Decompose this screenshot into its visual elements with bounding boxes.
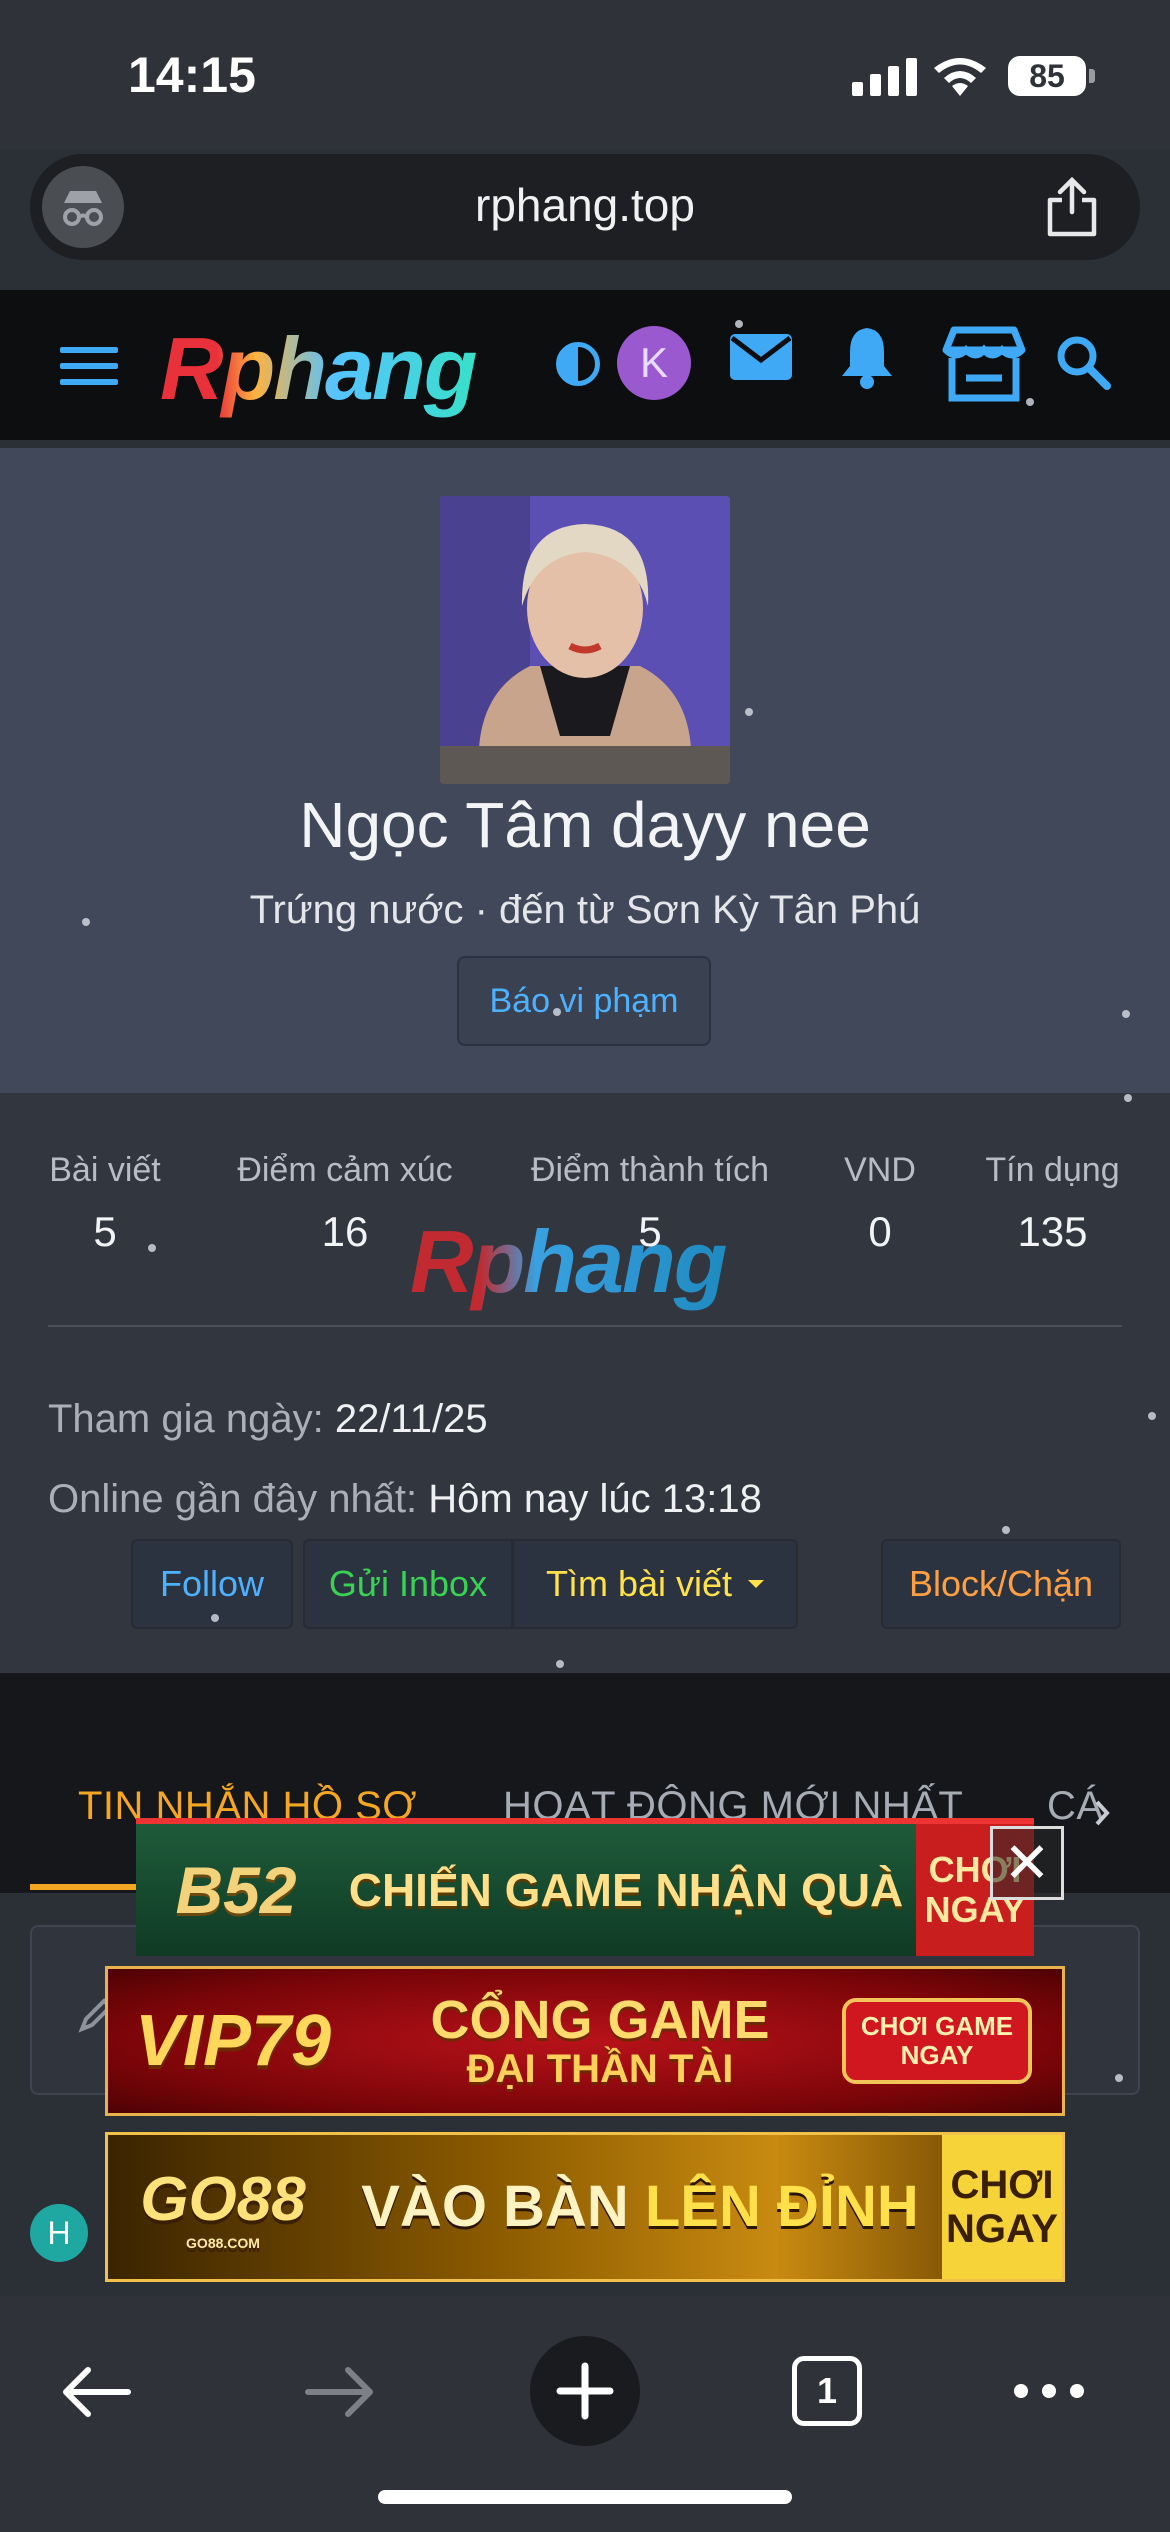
profile-subtitle: Trứng nước · đến từ Sơn Kỳ Tân Phú [249,888,921,932]
snow-dot [556,1660,564,1668]
ad-slogan-line: CỔNG GAME [430,1989,770,2050]
battery-icon: 85 [1008,56,1086,96]
cellular-signal-icon [852,58,917,96]
send-inbox-button[interactable]: Gửi Inbox [303,1539,513,1629]
stat-label: Tín dụng [985,1151,1120,1189]
user-avatar[interactable]: K [617,326,691,400]
wifi-icon [934,58,986,96]
feed-user-avatar[interactable]: H [30,2204,88,2262]
back-icon[interactable] [58,2362,134,2422]
ad-cta-line: NGAY [946,2207,1058,2251]
stat-reactions[interactable]: Điểm cảm xúc 16 [225,1151,465,1256]
plus-icon [556,2362,614,2420]
share-icon[interactable] [1044,176,1100,238]
snow-dot [1122,1010,1130,1018]
ad-banner-b52[interactable]: B52 CHIẾN GAME NHẬN QUÀ CHƠI NGAY [136,1818,1034,1956]
last-online-value: Hôm nay lúc 13:18 [428,1477,762,1521]
ad-slogan-part: LÊN ĐỈNH [644,2173,919,2239]
stat-label: Điểm thành tích [530,1151,770,1189]
more-options-icon[interactable] [1014,2384,1084,2398]
last-online-label: Online gần đây nhất: [48,1477,418,1521]
caret-down-icon [748,1580,765,1588]
report-button[interactable]: Báo vi phạm [457,956,711,1046]
stat-credit[interactable]: Tín dụng 135 [975,1151,1130,1256]
search-icon[interactable] [1055,334,1113,392]
snow-dot [1148,1412,1156,1420]
find-posts-label: Tìm bài viết [545,1563,733,1604]
ad-banner-vip79[interactable]: VIP79 CỔNG GAME ĐẠI THẦN TÀI CHƠI GAME N… [105,1966,1065,2116]
ad-cta-line: NGAY [900,2040,974,2070]
status-bar: 14:15 85 [0,0,1170,150]
mail-icon[interactable] [728,330,794,384]
ad-slogan: CHIẾN GAME NHẬN QUÀ [348,1863,904,1916]
joined-date: Tham gia ngày: 22/11/25 [48,1397,488,1442]
close-icon: ✕ [1003,1831,1051,1894]
ad-brand: VIP79 [134,2001,332,2081]
find-posts-dropdown[interactable]: Tìm bài viết [512,1539,798,1629]
profile-name: Ngọc Tâm dayy nee [299,789,871,861]
forward-icon[interactable] [302,2362,378,2422]
last-online: Online gần đây nhất: Hôm nay lúc 13:18 [48,1477,762,1522]
address-bar[interactable]: rphang.top [30,154,1140,260]
battery-tip [1089,69,1095,83]
stat-achievements[interactable]: Điểm thành tích 5 [520,1151,780,1256]
snow-dot [1115,2074,1123,2082]
stat-vnd[interactable]: VND 0 [830,1151,930,1256]
snow-dot [1002,1526,1010,1534]
site-logo[interactable]: Rphang [160,318,478,420]
stat-label: Điểm cảm xúc [237,1151,453,1189]
ad-slogan: VÀO BÀN LÊN ĐỈNH [338,2173,942,2239]
profile-stats: Rphang Bài viết 5 Điểm cảm xúc 16 Điểm t… [0,1093,1170,1673]
stat-label: Bài viết [49,1151,161,1189]
notification-bell-icon[interactable] [838,324,896,390]
snow-dot [745,708,753,716]
joined-label: Tham gia ngày: [48,1397,324,1441]
ad-slogan: CỔNG GAME ĐẠI THẦN TÀI [358,1989,842,2092]
ad-banner-go88[interactable]: GO88 GO88.COM VÀO BÀN LÊN ĐỈNH CHƠI NGAY [105,2132,1065,2282]
store-icon[interactable] [940,324,1028,404]
close-ad-button[interactable]: ✕ [990,1826,1064,1900]
snow-dot [553,1008,561,1016]
url-text[interactable]: rphang.top [30,178,1140,232]
snow-dot [1026,398,1034,406]
joined-value: 22/11/25 [334,1397,488,1441]
block-button[interactable]: Block/Chặn [881,1539,1121,1629]
ad-brand: B52 [175,1853,297,1927]
stat-label: VND [844,1151,916,1189]
ad-cta: CHƠI GAME NGAY [842,1998,1032,2084]
ad-brand: GO88 GO88.COM [108,2164,338,2251]
new-tab-button[interactable] [530,2336,640,2446]
ad-brand-name: GO88 [140,2164,306,2234]
stat-posts[interactable]: Bài viết 5 [40,1151,170,1256]
page: 14:15 85 rphang.top Rphang K Ngọc Tâm da… [0,0,1170,2532]
tab-switcher-button[interactable]: 1 [792,2356,862,2426]
site-header: Rphang K [0,290,1170,440]
ad-cta-line: CHƠI GAME [860,2011,1014,2042]
chevron-right-icon[interactable] [1093,1798,1113,1828]
snow-dot [82,918,90,926]
status-time: 14:15 [128,47,256,103]
stats-divider [48,1325,1122,1327]
ad-brand-domain: GO88.COM [186,2234,260,2251]
ad-slogan-line: ĐẠI THẦN TÀI [466,2047,734,2092]
ad-cta-line: CHƠI [950,2163,1054,2207]
stat-value: 5 [638,1208,662,1255]
stat-value: 0 [868,1208,892,1255]
snow-dot [211,1614,219,1622]
stat-value: 16 [321,1208,369,1255]
ad-slogan-part: VÀO BÀN [361,2173,629,2239]
menu-icon[interactable] [60,347,118,395]
home-indicator [378,2490,792,2504]
snow-dot [735,320,743,328]
ad-cta: CHƠI NGAY [942,2135,1062,2279]
snow-dot [1124,1094,1132,1102]
stat-value: 135 [1017,1208,1088,1255]
profile-header: Ngọc Tâm dayy nee Trứng nước · đến từ Sơ… [0,448,1170,1093]
theme-toggle-icon[interactable] [556,342,600,386]
profile-avatar[interactable] [440,496,730,784]
snow-dot [148,1244,156,1252]
